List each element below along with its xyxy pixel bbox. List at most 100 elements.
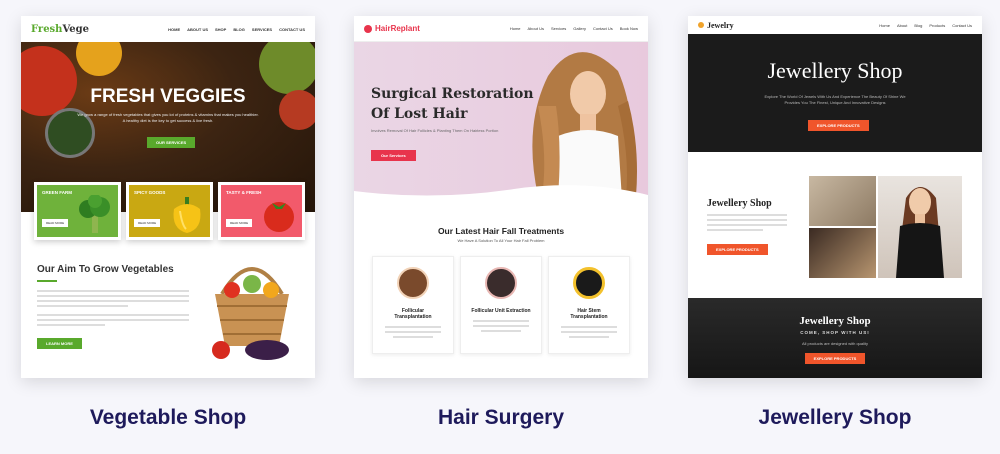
nav-item-about[interactable]: About: [897, 23, 907, 28]
caption-jewellery-shop: Jewellery Shop: [758, 406, 912, 429]
text-placeholder-lines: [561, 326, 617, 338]
bell-pepper-icon: [173, 197, 201, 233]
vegetable-basket-icon: [212, 267, 289, 360]
nav-item-home[interactable]: HOME: [168, 27, 180, 32]
site-header: Hair Replant Home About Us Services Galle…: [354, 16, 648, 42]
treatment-image-circle: [485, 267, 517, 299]
hero-title-line-2: Of Lost Hair: [371, 106, 468, 123]
nav-item-home[interactable]: Home: [510, 26, 521, 31]
veg-image-decor: [76, 42, 122, 76]
text-placeholder-lines: [385, 326, 441, 338]
site-logo[interactable]: Hair Replant: [364, 24, 420, 33]
hero-title: Surgical Restoration Of Lost Hair: [371, 84, 534, 125]
site-header: Jewelry Home About Blog Products Contact…: [688, 16, 982, 34]
hero-title: FRESH VEGGIES: [90, 86, 246, 107]
feature-card[interactable]: TASTY & FRESH READ MORE: [218, 182, 305, 240]
bottom-subtitle: COME, SHOP WITH US!: [800, 330, 870, 335]
template-card-hair-surgery[interactable]: Hair Replant Home About Us Services Galle…: [354, 16, 648, 378]
nav-item-blog[interactable]: BLOG: [233, 27, 245, 32]
nav-item-about[interactable]: About Us: [528, 26, 544, 31]
caption-vegetable-shop: Vegetable Shop: [89, 406, 247, 429]
bottom-text: All products are designed with quality: [801, 341, 869, 346]
nav-item-gallery[interactable]: Gallery: [573, 26, 586, 31]
feature-card[interactable]: SPICY GOODS READ MORE: [126, 182, 213, 240]
feature-cards: GREEN FARM READ MORE SPICY GOODS READ MO…: [34, 182, 305, 240]
treatment-card[interactable]: Hair Stem Transplantation: [548, 256, 630, 354]
about-title: Jewellery Shop: [707, 198, 772, 209]
treatments-section: Our Latest Hair Fall Treatments We Have …: [354, 226, 648, 354]
about-button[interactable]: EXPLORE PRODUCTS: [707, 244, 768, 255]
hero-text-line-2: A healthy diet is the key to get success…: [122, 118, 214, 124]
broccoli-icon: [79, 195, 110, 233]
hero-button[interactable]: OUR SERVICES: [147, 137, 196, 148]
section-subtitle: We Have A Solution To All Your Hair Fall…: [457, 238, 545, 243]
logo-icon: [364, 24, 372, 33]
treatment-card[interactable]: Follicular Unit Extraction: [460, 256, 542, 354]
logo-part-1: Hair: [375, 24, 391, 33]
treatment-title: Hair Stem Transplantation: [570, 308, 608, 320]
site-header: FreshVege HOME ABOUT US SHOP BLOG SERVIC…: [21, 16, 315, 42]
feature-card[interactable]: GREEN FARM READ MORE: [34, 182, 121, 240]
treatment-image-circle: [573, 267, 605, 299]
nav-menu: Home About Us Services Gallery Contact U…: [510, 26, 638, 31]
template-card-vegetable-shop[interactable]: FreshVege HOME ABOUT US SHOP BLOG SERVIC…: [21, 16, 315, 378]
hero-wave-divider: [354, 185, 648, 201]
product-image-bracelet: [809, 176, 876, 226]
tomato-icon: [264, 202, 294, 232]
bottom-section: Jewellery Shop COME, SHOP WITH US! All p…: [688, 298, 982, 378]
template-card-jewellery-shop[interactable]: Jewelry Home About Blog Products Contact…: [688, 16, 982, 378]
logo-part-2: Vege: [62, 23, 90, 35]
nav-item-shop[interactable]: SHOP: [215, 27, 226, 32]
nav-item-contact[interactable]: CONTACT US: [279, 27, 305, 32]
feature-title: TASTY & FRESH: [226, 190, 262, 195]
nav-item-book-now[interactable]: Book Now: [620, 26, 638, 31]
nav-item-home[interactable]: Home: [879, 23, 890, 28]
logo-part-2: Replant: [390, 24, 420, 33]
nav-item-contact[interactable]: Contact Us: [593, 26, 613, 31]
treatment-title: Follicular Transplantation: [394, 308, 432, 320]
treatment-card[interactable]: Follicular Transplantation: [372, 256, 454, 354]
product-image-necklace: [809, 228, 876, 278]
logo-icon: [698, 22, 704, 28]
read-more-button[interactable]: READ MORE: [226, 219, 253, 227]
nav-menu: HOME ABOUT US SHOP BLOG SERVICES CONTACT…: [168, 27, 305, 32]
nav-item-services[interactable]: SERVICES: [252, 27, 272, 32]
read-more-button[interactable]: READ MORE: [42, 219, 69, 227]
bottom-button[interactable]: EXPLORE PRODUCTS: [804, 353, 866, 364]
site-logo[interactable]: FreshVege: [31, 24, 89, 35]
text-placeholder-lines: [707, 214, 787, 231]
nav-item-about[interactable]: ABOUT US: [187, 27, 208, 32]
title-underline: [37, 280, 57, 282]
hero-title: Jewellery Shop: [767, 58, 903, 83]
hero-description: Involves Removal Of Hair Follicles & Pla…: [371, 128, 499, 133]
logo-part-1: Fresh: [31, 23, 63, 35]
text-placeholder-lines: [473, 320, 529, 332]
hero-description: Explore The World Of Jewels With Us And …: [764, 94, 906, 105]
treatment-title: Follicular Unit Extraction: [471, 308, 531, 314]
treatment-cards: Follicular Transplantation Follicular Un…: [354, 256, 648, 354]
hero-section: Surgical Restoration Of Lost Hair Involve…: [354, 42, 648, 201]
logo-text: Jewelry: [707, 20, 734, 30]
hero-title-line-1: Surgical Restoration: [371, 86, 534, 102]
woman-portrait-image: [532, 52, 637, 200]
caption-hair-surgery: Hair Surgery: [437, 406, 565, 429]
learn-more-button[interactable]: LEARN MORE: [37, 338, 82, 349]
about-section: Jewellery Shop EXPLORE PRODUCTS: [688, 152, 982, 298]
hero-section: Jewellery Shop Explore The World Of Jewe…: [688, 34, 982, 152]
hero-description: We grow a range of fresh vegetables that…: [21, 112, 315, 125]
about-section: Our Aim To Grow Vegetables LEARN MORE: [37, 264, 299, 369]
nav-item-contact[interactable]: Contact Us: [952, 23, 972, 28]
read-more-button[interactable]: READ MORE: [134, 219, 161, 227]
bottom-title: Jewellery Shop: [799, 315, 871, 327]
woman-model-image: [896, 187, 944, 278]
section-title: Our Latest Hair Fall Treatments: [437, 226, 565, 236]
nav-menu: Home About Blog Products Contact Us: [879, 23, 972, 28]
hero-button[interactable]: Our Services: [371, 150, 416, 161]
text-placeholder-lines: [37, 290, 189, 326]
site-logo[interactable]: Jewelry: [698, 21, 734, 30]
nav-item-blog[interactable]: Blog: [914, 23, 922, 28]
nav-item-services[interactable]: Services: [551, 26, 566, 31]
nav-item-products[interactable]: Products: [929, 23, 945, 28]
treatment-image-circle: [397, 267, 429, 299]
hero-button[interactable]: EXPLORE PRODUCTS: [808, 120, 869, 131]
